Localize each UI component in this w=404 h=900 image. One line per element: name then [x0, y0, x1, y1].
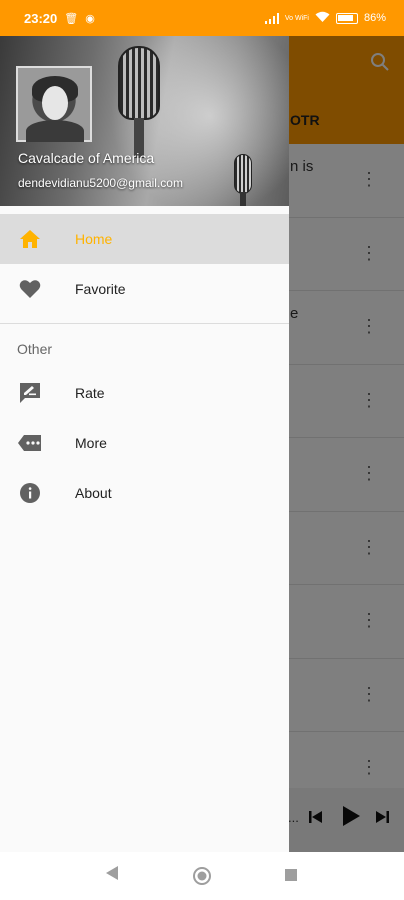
heart-icon — [18, 277, 42, 301]
status-time: 23:20 — [24, 10, 58, 26]
drawer-item-label: About — [75, 485, 112, 501]
drawer-item-more[interactable]: More — [0, 418, 289, 468]
rate-icon — [18, 381, 42, 405]
recents-button[interactable] — [284, 868, 298, 887]
drawer-item-favorite[interactable]: Favorite — [0, 264, 289, 314]
wifi-icon — [315, 11, 330, 26]
status-bar: 23:20 🗑 ◉ Vo WiFi 86% — [0, 0, 404, 36]
info-icon — [18, 481, 42, 505]
section-header-other: Other — [17, 341, 53, 357]
signal-icon — [264, 12, 279, 24]
battery-icon — [335, 12, 358, 24]
avatar[interactable] — [16, 66, 92, 142]
drawer-header-title: Cavalcade of America — [18, 150, 155, 166]
home-button[interactable] — [192, 866, 212, 891]
microphone-stand-small — [240, 192, 246, 206]
microphone-image — [118, 46, 160, 120]
drawer-item-label: Home — [75, 231, 113, 247]
back-button[interactable] — [104, 864, 120, 887]
navigation-drawer: Cavalcade of America dendevidianu5200@gm… — [0, 36, 289, 852]
drawer-item-label: Rate — [75, 385, 105, 401]
app-notification-icon: ◉ — [85, 12, 95, 25]
battery-percent: 86% — [363, 12, 386, 24]
home-icon — [18, 227, 42, 251]
more-icon — [18, 431, 42, 455]
network-label: Vo WiFi — [284, 14, 309, 22]
drawer-header: Cavalcade of America dendevidianu5200@gm… — [0, 36, 289, 206]
system-nav-bar — [0, 852, 404, 900]
microphone-image-small — [234, 154, 252, 194]
drawer-item-label: More — [75, 435, 107, 451]
drawer-header-email: dendevidianu5200@gmail.com — [18, 176, 183, 190]
drawer-item-home[interactable]: Home — [0, 214, 289, 264]
drawer-item-rate[interactable]: Rate — [0, 368, 289, 418]
drawer-item-about[interactable]: About — [0, 468, 289, 518]
drawer-item-label: Favorite — [75, 281, 126, 297]
trash-notification-icon: 🗑 — [64, 12, 79, 25]
